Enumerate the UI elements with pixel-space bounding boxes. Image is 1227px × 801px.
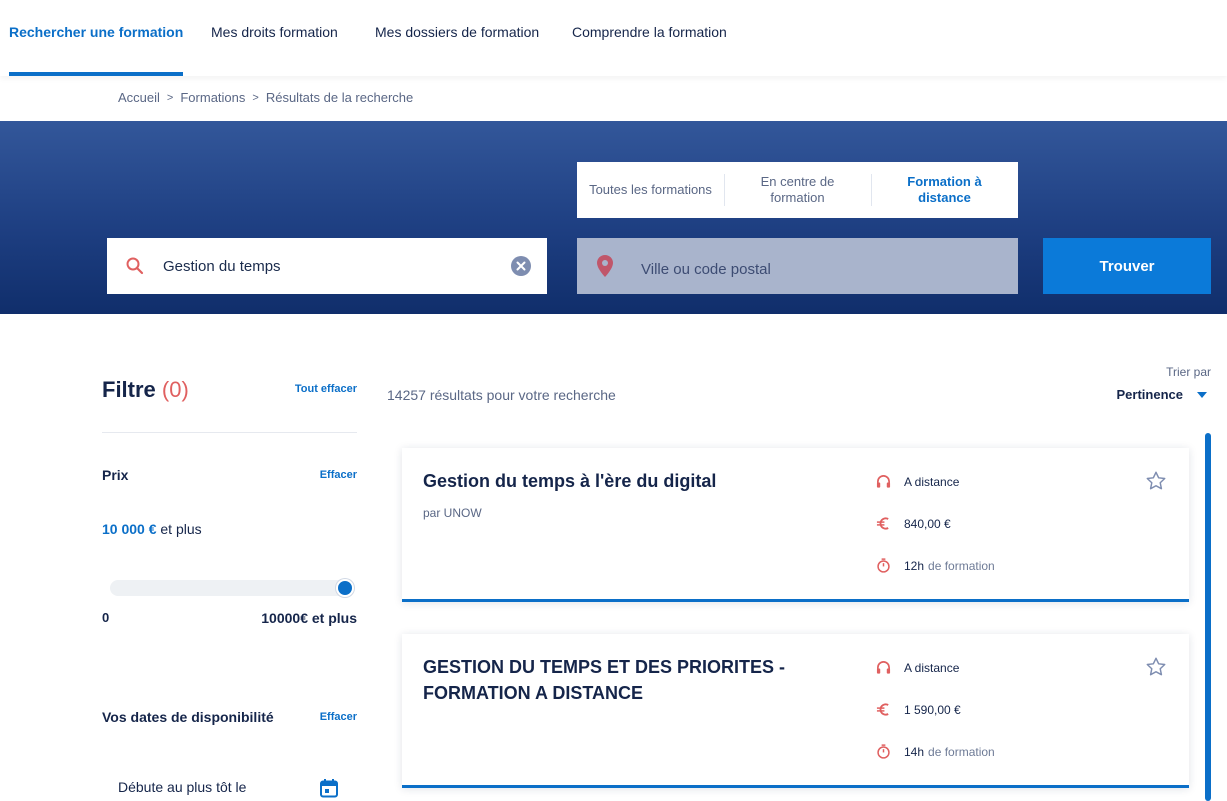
chevron-right-icon: > — [166, 91, 174, 104]
breadcrumb: Accueil > Formations > Résultats de la r… — [118, 90, 413, 105]
tab-distance[interactable]: Formation à distance — [871, 162, 1018, 218]
breadcrumb-formations[interactable]: Formations — [180, 90, 245, 105]
tab-in-center[interactable]: En centre de formation — [724, 162, 871, 218]
search-icon — [126, 257, 144, 275]
training-type-tabs: Toutes les formations En centre de forma… — [577, 162, 1018, 218]
price-value: 10 000 € et plus — [102, 521, 202, 537]
breadcrumb-home[interactable]: Accueil — [118, 90, 160, 105]
clear-search-icon[interactable] — [511, 256, 531, 276]
card-duration: 12h de formation — [876, 558, 995, 573]
location-pin-icon — [597, 255, 613, 277]
card-duration-suffix: de formation — [928, 744, 995, 759]
card-duration-suffix: de formation — [928, 558, 995, 573]
sort-label: Trier par — [1166, 365, 1211, 379]
price-amount: 10 000 € — [102, 521, 157, 537]
card-duration-value: 14h — [904, 744, 925, 759]
tab-all-trainings[interactable]: Toutes les formations — [577, 162, 724, 218]
card-price: 1 590,00 € — [876, 702, 961, 717]
headphones-icon — [876, 475, 891, 488]
euro-icon — [876, 517, 889, 530]
divider — [102, 432, 357, 433]
price-slider[interactable] — [110, 579, 354, 597]
card-mode-text: A distance — [904, 660, 960, 675]
dates-label: Vos dates de disponibilité — [102, 709, 274, 725]
nav-item-training-files[interactable]: Mes dossiers de formation — [375, 0, 539, 76]
search-hero: Toutes les formations En centre de forma… — [0, 121, 1227, 314]
clear-all-filters-link[interactable]: Tout effacer — [295, 383, 357, 395]
filter-title-label: Filtre — [102, 377, 156, 402]
results-scrollbar[interactable] — [1205, 433, 1211, 801]
price-slider-max: 10000€ et plus — [261, 610, 357, 626]
clear-price-link[interactable]: Effacer — [320, 469, 357, 481]
find-button[interactable]: Trouver — [1043, 238, 1211, 294]
euro-icon — [876, 703, 889, 716]
timer-icon — [877, 558, 890, 573]
result-card[interactable]: GESTION DU TEMPS ET DES PRIORITES - FORM… — [402, 634, 1189, 788]
card-price: 840,00 € — [876, 516, 951, 531]
sort-select[interactable]: Pertinence — [1117, 387, 1207, 402]
nav-item-understand-training[interactable]: Comprendre la formation — [572, 0, 727, 76]
chevron-right-icon: > — [252, 91, 259, 104]
card-title[interactable]: GESTION DU TEMPS ET DES PRIORITES - FORM… — [423, 654, 843, 706]
card-duration: 14h de formation — [876, 744, 995, 759]
city-box — [577, 238, 1018, 300]
card-mode: A distance — [876, 660, 959, 675]
start-date-field[interactable]: Débute au plus tôt le — [118, 779, 246, 795]
card-title[interactable]: Gestion du temps à l'ère du digital — [423, 468, 843, 494]
sort-value: Pertinence — [1116, 387, 1183, 402]
search-box — [107, 238, 547, 294]
star-icon[interactable] — [1145, 656, 1167, 678]
filter-title: Filtre (0) — [102, 377, 189, 403]
headphones-icon — [876, 661, 891, 674]
nav-item-search-training[interactable]: Rechercher une formation — [9, 0, 184, 76]
city-input[interactable] — [641, 238, 1001, 300]
breadcrumb-current: Résultats de la recherche — [265, 90, 414, 105]
results-count: 14257 résultats pour votre recherche — [387, 387, 616, 403]
star-icon[interactable] — [1145, 470, 1167, 492]
card-mode: A distance — [876, 474, 959, 489]
search-input[interactable] — [163, 238, 493, 294]
timer-icon — [877, 744, 890, 759]
filter-count: (0) — [161, 377, 189, 402]
card-organization: par UNOW — [423, 506, 482, 520]
card-price-text: 840,00 € — [904, 516, 951, 531]
price-slider-thumb[interactable] — [336, 579, 354, 597]
top-nav: Rechercher une formation Mes droits form… — [0, 0, 1227, 76]
clear-dates-link[interactable]: Effacer — [320, 711, 357, 723]
card-mode-text: A distance — [904, 474, 960, 489]
calendar-icon[interactable] — [319, 778, 339, 798]
card-price-text: 1 590,00 € — [904, 702, 961, 717]
price-slider-min: 0 — [102, 610, 110, 625]
nav-item-training-rights[interactable]: Mes droits formation — [211, 0, 338, 76]
price-label: Prix — [102, 467, 129, 483]
caret-down-icon — [1197, 391, 1207, 398]
card-duration-value: 12h — [904, 558, 925, 573]
price-suffix: et plus — [160, 521, 202, 537]
result-card[interactable]: Gestion du temps à l'ère du digital par … — [402, 448, 1189, 602]
